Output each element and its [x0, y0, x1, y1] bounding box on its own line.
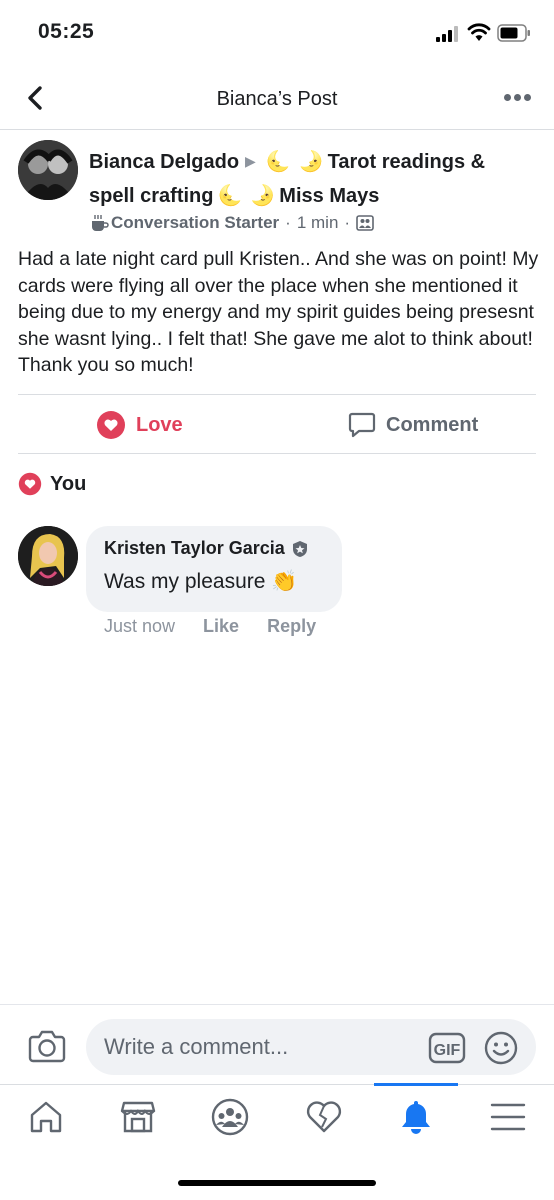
- divider: [18, 394, 536, 395]
- group-name-part3[interactable]: Miss Mays: [279, 185, 379, 207]
- gif-icon[interactable]: GIF: [428, 1031, 466, 1065]
- status-bar: 05:25: [0, 0, 554, 66]
- coffee-cup-icon: [92, 215, 109, 231]
- active-tab-indicator: [374, 1083, 458, 1086]
- comment-timestamp: Just now: [104, 616, 176, 636]
- post-author-name[interactable]: Bianca Delgado: [89, 151, 239, 173]
- love-button-label: Love: [136, 413, 183, 436]
- post-meta: Conversation Starter · 1 min ·: [89, 213, 374, 233]
- moon-emoji-left-2: 🌜: [217, 185, 243, 207]
- menu-icon[interactable]: [488, 1097, 528, 1137]
- comment-author-name[interactable]: Kristen Taylor Garcia: [104, 538, 285, 559]
- group-privacy-icon: [356, 215, 374, 231]
- meta-separator: ·: [285, 213, 291, 232]
- comment-input[interactable]: [86, 1019, 536, 1075]
- bottom-tab-bar: [0, 1083, 554, 1166]
- love-reaction-icon: [18, 472, 42, 496]
- comment-actions: Just now Like Reply: [104, 616, 344, 637]
- conversation-starter-badge: Conversation Starter: [111, 213, 280, 232]
- status-time: 05:25: [38, 20, 95, 43]
- shield-icon: [292, 540, 307, 557]
- reactions-label: You: [50, 472, 87, 495]
- group-name-part2[interactable]: spell crafting: [89, 185, 213, 207]
- battery-icon: [497, 24, 530, 42]
- comment-reply-button[interactable]: Reply: [267, 616, 316, 637]
- post-header: Bianca Delgado ▶ 🌜 🌛 Tarot readings & spell …: [89, 144, 539, 213]
- shared-to-arrow-icon: ▶: [245, 153, 256, 169]
- page-header: Bianca’s Post: [0, 66, 554, 130]
- post-body-text: Had a late night card pull Kristen.. And…: [18, 248, 539, 376]
- groups-icon[interactable]: [210, 1097, 250, 1137]
- post-author-avatar[interactable]: [18, 140, 78, 200]
- comment-composer: GIF: [0, 1004, 554, 1086]
- commenter-avatar[interactable]: [18, 526, 78, 586]
- camera-icon[interactable]: [28, 1029, 66, 1063]
- comment-text: Was my pleasure 👏: [104, 570, 297, 594]
- comment-bubble[interactable]: Kristen Taylor Garcia Was my pleasure 👏: [86, 526, 342, 612]
- emoji-smile-icon[interactable]: [484, 1031, 518, 1065]
- reactions-summary[interactable]: You: [18, 472, 86, 496]
- signal-icon: [436, 26, 460, 42]
- post-timestamp[interactable]: 1 min: [297, 213, 339, 233]
- wifi-icon: [467, 23, 491, 41]
- moon-emoji-left: 🌜: [265, 151, 291, 173]
- comment-button-label: Comment: [386, 413, 479, 436]
- comment-bubble-icon: [348, 412, 376, 438]
- home-icon[interactable]: [26, 1097, 66, 1137]
- comment-text-body: Was my pleasure: [104, 570, 266, 593]
- moon-emoji-right-2: 🌛: [250, 185, 276, 207]
- clapping-hands-emoji: 👏: [271, 570, 298, 593]
- moon-emoji-right: 🌛: [298, 151, 324, 173]
- home-indicator: [178, 1180, 376, 1186]
- meta-separator-2: ·: [344, 213, 351, 232]
- page-title: Bianca’s Post: [216, 88, 338, 110]
- divider: [18, 453, 536, 454]
- comment-like-button[interactable]: Like: [203, 616, 239, 637]
- gif-label: GIF: [434, 1042, 461, 1059]
- love-reaction-icon: [97, 411, 125, 439]
- comment-author: Kristen Taylor Garcia: [104, 538, 308, 559]
- notifications-icon[interactable]: [396, 1097, 436, 1137]
- dating-icon[interactable]: [304, 1097, 344, 1137]
- more-options-icon[interactable]: [504, 94, 532, 104]
- marketplace-icon[interactable]: [118, 1097, 158, 1137]
- comment-button[interactable]: Comment: [348, 408, 478, 442]
- love-button[interactable]: Love: [96, 408, 183, 442]
- group-name-part1[interactable]: Tarot readings &: [328, 151, 485, 173]
